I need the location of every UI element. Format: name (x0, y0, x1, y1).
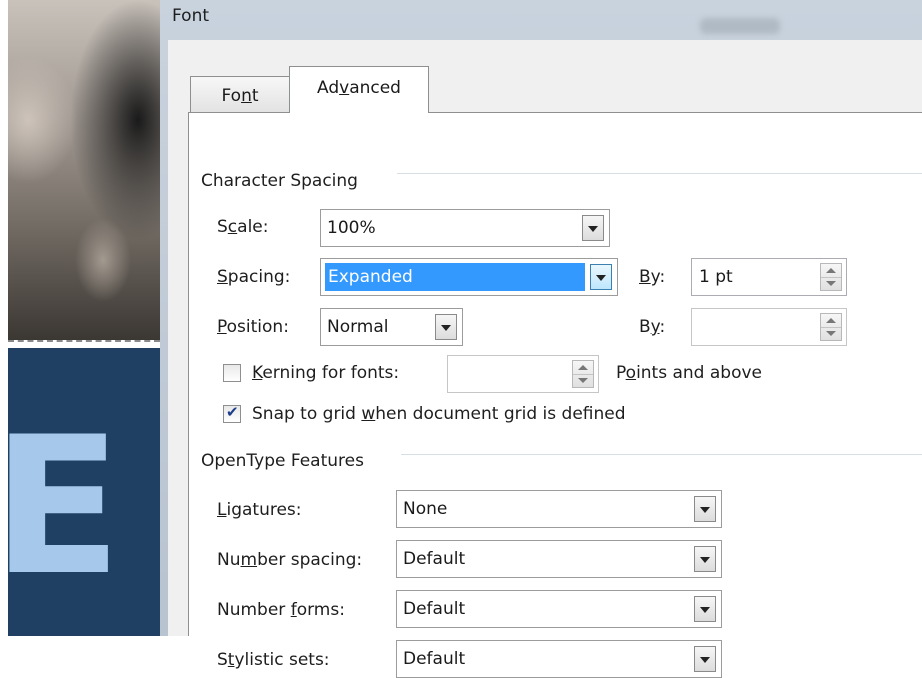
ligatures-combo[interactable]: None (396, 490, 722, 528)
ligatures-value: None (403, 499, 448, 519)
scale-label: Scale: (217, 217, 269, 237)
spacing-combo[interactable]: Expanded (320, 258, 618, 296)
document-edge (0, 0, 8, 636)
opentype-divider (401, 454, 922, 455)
number-forms-label: Number forms: (217, 600, 345, 620)
chevron-down-icon[interactable] (590, 264, 612, 290)
spin-arrows-icon[interactable] (820, 263, 842, 291)
chevron-down-icon[interactable] (582, 215, 604, 241)
spacing-by-value: 1 pt (699, 267, 733, 287)
chevron-down-icon[interactable] (694, 596, 716, 622)
chevron-down-icon[interactable] (694, 546, 716, 572)
kerning-checkbox[interactable] (223, 364, 241, 382)
position-value: Normal (327, 317, 389, 337)
tab-advanced[interactable]: Advanced (289, 66, 429, 113)
spacing-value: Expanded (325, 263, 585, 291)
number-spacing-value: Default (403, 549, 466, 569)
number-forms-value: Default (403, 599, 466, 619)
scale-value: 100% (327, 218, 376, 238)
tab-font-label: Font (221, 86, 259, 106)
kerning-label: Kerning for fonts: (252, 363, 400, 383)
spacing-by-label: By: (639, 267, 666, 287)
tab-advanced-label: Advanced (317, 78, 401, 98)
position-by-spinner[interactable] (691, 308, 847, 346)
position-label: Position: (217, 317, 289, 337)
checkmark-icon: ✔ (226, 403, 239, 421)
chevron-down-icon[interactable] (694, 646, 716, 672)
spin-arrows-icon[interactable] (572, 360, 594, 388)
document-background: E (0, 0, 160, 636)
position-combo[interactable]: Normal (320, 308, 463, 346)
character-spacing-title: Character Spacing (201, 171, 366, 191)
position-by-label: By: (639, 317, 666, 337)
kerning-suffix: Points and above (616, 363, 763, 383)
advanced-panel: Character Spacing Scale: 100% Spacing: E… (188, 112, 922, 678)
spin-arrows-icon[interactable] (820, 313, 842, 341)
chevron-down-icon[interactable] (435, 314, 457, 340)
spacing-by-spinner[interactable]: 1 pt (691, 258, 847, 296)
stylistic-sets-combo[interactable]: Default (396, 640, 722, 678)
dialog-titlebar[interactable]: Font (160, 0, 922, 40)
scale-combo[interactable]: 100% (320, 209, 610, 247)
tab-font[interactable]: Font (190, 76, 290, 112)
dialog-client-area: Font Advanced Character Spacing Scale: 1… (168, 40, 922, 678)
document-photo (8, 0, 160, 340)
poster-letter: E (0, 396, 122, 617)
snap-to-grid-label: Snap to grid when document grid is defin… (252, 404, 626, 424)
font-dialog: Font Font Advanced Character Spacing Sca… (160, 0, 922, 678)
ligatures-label: Ligatures: (217, 500, 302, 520)
titlebar-blur (700, 18, 780, 34)
dialog-title: Font (172, 6, 210, 26)
number-spacing-combo[interactable]: Default (396, 540, 722, 578)
document-dashed-line (8, 340, 160, 342)
number-forms-combo[interactable]: Default (396, 590, 722, 628)
document-poster: E (0, 348, 160, 636)
chevron-down-icon[interactable] (694, 496, 716, 522)
snap-to-grid-checkbox[interactable]: ✔ (223, 403, 241, 423)
stylistic-sets-label: Stylistic sets: (217, 650, 330, 670)
number-spacing-label: Number spacing: (217, 550, 363, 570)
stylistic-sets-value: Default (403, 649, 466, 669)
spacing-label: Spacing: (217, 267, 291, 287)
opentype-title: OpenType Features (201, 451, 372, 471)
kerning-spinner[interactable] (447, 355, 599, 393)
character-spacing-divider (397, 173, 922, 174)
